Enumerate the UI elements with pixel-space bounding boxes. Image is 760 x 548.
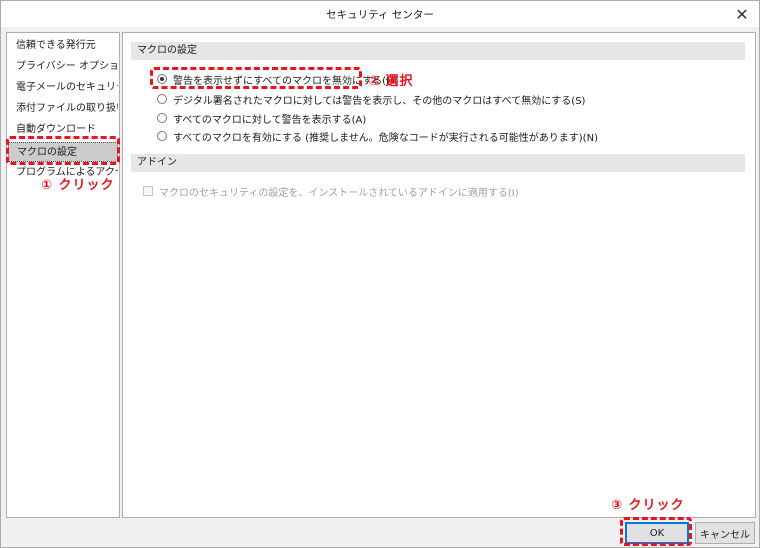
radio-label: デジタル署名されたマクロに対しては警告を表示し、その他のマクロはすべて無効にする… <box>173 95 586 107</box>
radio-label: すべてのマクロを有効にする (推奨しません。危険なコードが実行される可能性があり… <box>173 132 598 144</box>
apply-to-addins-checkbox-row: マクロのセキュリティの設定を、インストールされているアドインに適用する(I) <box>143 183 519 199</box>
close-icon[interactable]: ✕ <box>725 1 759 27</box>
macro-settings-header: マクロの設定 <box>131 42 745 60</box>
sidebar-item-attachment-handling[interactable]: 添付ファイルの取り扱い <box>8 99 118 119</box>
radio-enable-all[interactable]: すべてのマクロを有効にする (推奨しません。危険なコードが実行される可能性があり… <box>157 128 598 144</box>
sidebar: 信頼できる発行元 プライバシー オプション 電子メールのセキュリティ 添付ファイ… <box>6 32 120 518</box>
sidebar-item-privacy-options[interactable]: プライバシー オプション <box>8 57 118 77</box>
sidebar-item-macro-settings[interactable]: マクロの設定 <box>8 142 118 162</box>
annotation-step1: ① クリック <box>38 174 118 193</box>
sidebar-item-trusted-publishers[interactable]: 信頼できる発行元 <box>8 36 118 56</box>
addins-header: アドイン <box>131 154 745 172</box>
radio-disable-except-signed[interactable]: デジタル署名されたマクロに対しては警告を表示し、その他のマクロはすべて無効にする… <box>157 91 585 107</box>
radio-label: すべてのマクロに対して警告を表示する(A) <box>173 114 367 126</box>
apply-to-addins-checkbox <box>143 186 153 196</box>
radio-indicator[interactable] <box>157 94 167 104</box>
sidebar-item-email-security[interactable]: 電子メールのセキュリティ <box>8 78 118 98</box>
annotation-step3: ③ クリック <box>611 498 685 513</box>
ok-button[interactable]: OK <box>625 522 689 544</box>
annotation-step2: ② 選択 <box>368 74 414 89</box>
window-title: セキュリティ センター <box>326 9 434 21</box>
radio-disable-with-notification[interactable]: すべてのマクロに対して警告を表示する(A) <box>157 110 366 126</box>
radio-indicator[interactable] <box>157 131 167 141</box>
title-bar: セキュリティ センター ✕ <box>1 1 759 27</box>
sidebar-item-automatic-download[interactable]: 自動ダウンロード <box>8 120 118 140</box>
radio-indicator[interactable] <box>157 74 167 84</box>
radio-label: 警告を表示せずにすべてのマクロを無効にする(M) <box>173 75 399 87</box>
radio-disable-all-without-notification[interactable]: 警告を表示せずにすべてのマクロを無効にする(M) <box>157 71 399 87</box>
cancel-button[interactable]: キャンセル <box>695 522 755 544</box>
radio-indicator[interactable] <box>157 113 167 123</box>
annotation-step1-text: ① クリック <box>38 178 118 193</box>
main-panel: マクロの設定 警告を表示せずにすべてのマクロを無効にする(M) デジタル署名され… <box>122 32 756 518</box>
checkbox-label: マクロのセキュリティの設定を、インストールされているアドインに適用する(I) <box>159 187 519 199</box>
